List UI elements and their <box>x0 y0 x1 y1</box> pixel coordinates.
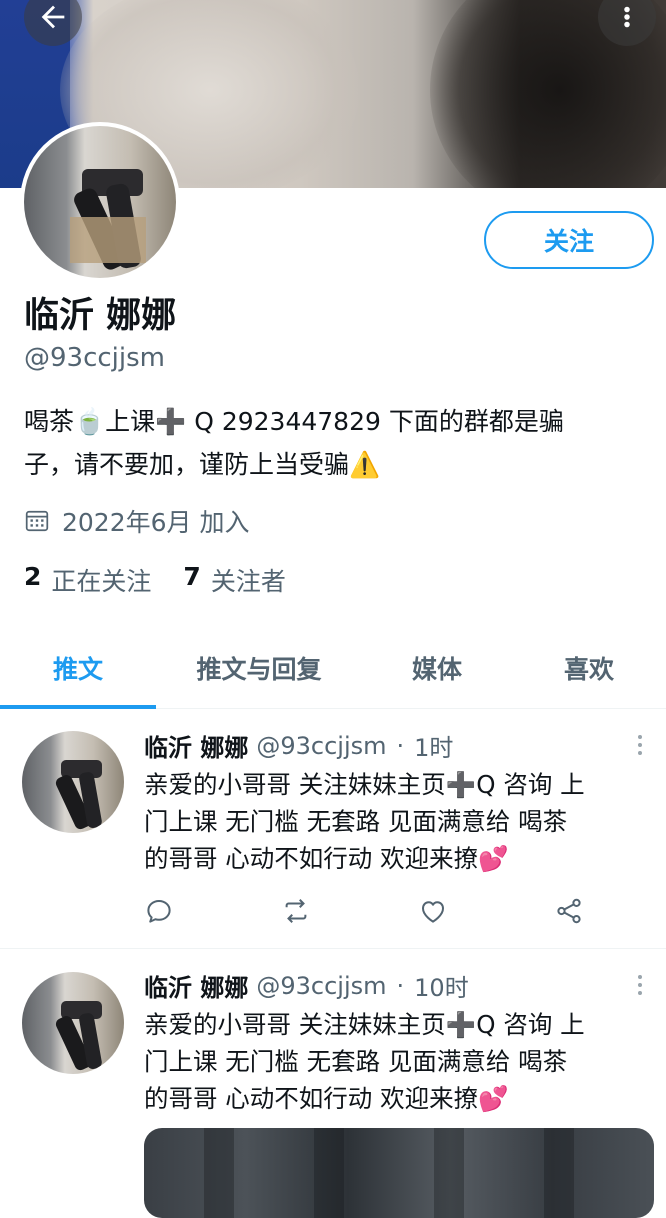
tweet-author-handle: @93ccjjsm <box>256 731 387 760</box>
tweet-more-icon[interactable] <box>630 970 650 1000</box>
followers-link[interactable]: 7 关注者 <box>183 562 285 598</box>
tweet-header: 临沂 娜娜 @93ccjjsm · 10时 <box>144 968 469 1003</box>
active-tab-indicator <box>0 705 156 709</box>
retweet-button[interactable] <box>280 896 312 926</box>
tab-tweets[interactable]: 推文 <box>0 628 156 709</box>
share-icon <box>557 898 581 924</box>
tweet-author-name[interactable]: 临沂 娜娜 <box>144 728 248 763</box>
tweet-time: 10时 <box>414 974 469 1002</box>
tab-label: 喜欢 <box>563 655 614 684</box>
bio-line: 子，请不要加，谨防上当受骗⚠️ <box>24 450 381 479</box>
share-button[interactable] <box>554 896 584 926</box>
following-label: 正在关注 <box>51 567 152 596</box>
tweet-divider <box>0 948 666 949</box>
separator-dot: · <box>396 731 405 760</box>
tweet-actions <box>144 896 584 926</box>
bio-line: 喝茶🍵上课➕ Q 2923447829 下面的群都是骗 <box>24 407 564 436</box>
separator-dot: · <box>396 971 405 1000</box>
profile-tabs: 推文 推文与回复 媒体 喜欢 <box>0 628 666 709</box>
arrow-left-icon <box>41 5 65 29</box>
join-date: 2022年6月 加入 <box>24 503 249 539</box>
tweet-text-line: 亲爱的小哥哥 关注妹妹主页➕Q 咨询 上 <box>144 770 585 799</box>
tweet-text-line: 的哥哥 心动不如行动 欢迎来撩💕 <box>144 844 509 873</box>
tweet-text-line: 门上课 无门槛 无套路 见面满意给 喝茶 <box>144 1047 568 1076</box>
follow-button[interactable]: 关注 <box>484 211 654 269</box>
tab-label: 推文 <box>52 655 103 684</box>
tweet-media-image[interactable] <box>144 1128 654 1218</box>
following-count: 2 <box>24 562 42 591</box>
more-vertical-icon <box>624 6 630 28</box>
following-link[interactable]: 2 正在关注 <box>24 562 151 598</box>
reply-icon <box>147 900 171 923</box>
followers-label: 关注者 <box>210 567 286 596</box>
tweet-text-line: 的哥哥 心动不如行动 欢迎来撩💕 <box>144 1084 509 1113</box>
tweet-author-handle: @93ccjjsm <box>256 971 387 1000</box>
like-button[interactable] <box>418 896 448 926</box>
tab-label: 推文与回复 <box>196 655 322 684</box>
tweet-avatar[interactable] <box>22 972 124 1074</box>
tab-label: 媒体 <box>411 655 462 684</box>
follow-stats: 2 正在关注 7 关注者 <box>24 562 318 598</box>
profile-handle: @93ccjjsm <box>24 343 165 373</box>
reply-button[interactable] <box>144 896 174 926</box>
heart-icon <box>422 901 444 923</box>
avatar-image <box>24 126 176 278</box>
tweet-header: 临沂 娜娜 @93ccjjsm · 1时 <box>144 728 453 763</box>
profile-display-name: 临沂 娜娜 <box>24 296 177 336</box>
tweet-text-line: 亲爱的小哥哥 关注妹妹主页➕Q 咨询 上 <box>144 1010 585 1039</box>
tweet-avatar[interactable] <box>22 731 124 833</box>
tweet-text: 亲爱的小哥哥 关注妹妹主页➕Q 咨询 上 门上课 无门槛 无套路 见面满意给 喝… <box>144 766 649 877</box>
calendar-icon <box>25 510 49 532</box>
tab-likes[interactable]: 喜欢 <box>512 628 666 708</box>
tab-media[interactable]: 媒体 <box>362 628 512 708</box>
join-date-text: 2022年6月 加入 <box>62 508 250 537</box>
tweet-more-icon[interactable] <box>630 730 650 760</box>
profile-avatar[interactable] <box>20 122 180 282</box>
tweet-text: 亲爱的小哥哥 关注妹妹主页➕Q 咨询 上 门上课 无门槛 无套路 见面满意给 喝… <box>144 1006 649 1117</box>
tweet-text-line: 门上课 无门槛 无套路 见面满意给 喝茶 <box>144 807 568 836</box>
retweet-icon <box>285 899 307 923</box>
followers-count: 7 <box>183 562 201 591</box>
profile-bio: 喝茶🍵上课➕ Q 2923447829 下面的群都是骗 子，请不要加，谨防上当受… <box>24 400 644 486</box>
tweet-author-name[interactable]: 临沂 娜娜 <box>144 968 248 1003</box>
tab-tweets-and-replies[interactable]: 推文与回复 <box>156 628 362 708</box>
tweet-time: 1时 <box>414 734 454 762</box>
